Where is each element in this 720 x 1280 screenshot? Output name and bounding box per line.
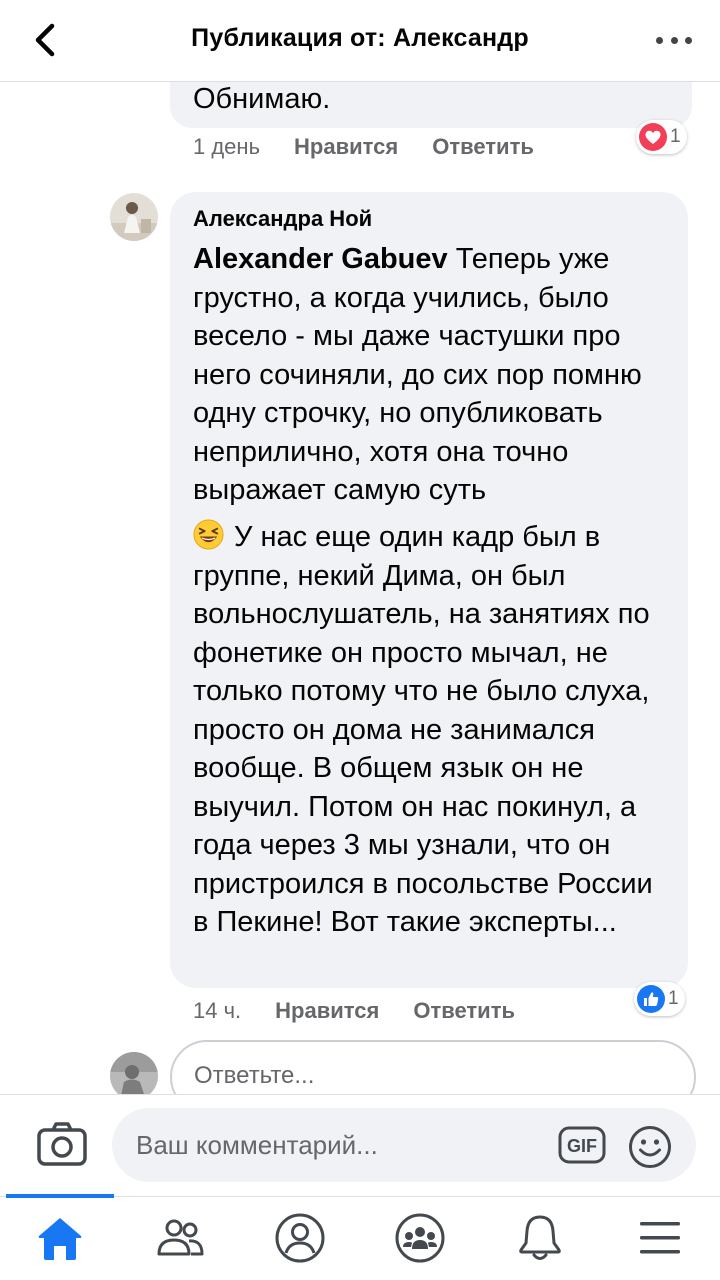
camera-icon xyxy=(37,1122,87,1166)
menu-icon xyxy=(640,1222,680,1254)
gif-button[interactable]: GIF xyxy=(558,1125,606,1165)
avatar[interactable] xyxy=(110,193,158,241)
comment-timestamp: 14 ч. xyxy=(193,998,242,1023)
comment-text: У нас еще один кадр был в группе, некий … xyxy=(193,521,653,938)
mention-link[interactable]: Alexander Gabuev xyxy=(193,243,448,275)
avatar xyxy=(110,1052,158,1100)
tab-menu[interactable] xyxy=(630,1210,690,1266)
previous-comment-text: Обнимаю. xyxy=(193,83,331,115)
reply-placeholder: Ответьте... xyxy=(194,1062,315,1089)
comment-input[interactable]: Ваш комментарий... xyxy=(112,1108,696,1182)
active-tab-indicator xyxy=(6,1194,114,1198)
page-title: Публикация от: Александр xyxy=(191,24,529,52)
top-bar: Публикация от: Александр xyxy=(0,0,720,82)
groups-icon xyxy=(395,1213,445,1263)
bell-icon xyxy=(519,1215,561,1260)
previous-comment-actions: 1 день Нравится Ответить xyxy=(193,134,568,160)
reaction-summary[interactable]: 1 xyxy=(636,120,687,154)
like-button[interactable]: Нравится xyxy=(294,134,398,160)
bottom-navigation xyxy=(0,1196,720,1280)
home-icon xyxy=(38,1218,82,1260)
reply-button[interactable]: Ответить xyxy=(432,134,534,160)
user-photo-icon xyxy=(110,193,158,241)
comment-text: Теперь уже грустно, а когда учились, был… xyxy=(193,243,642,506)
tab-friends[interactable] xyxy=(150,1210,210,1266)
comment-placeholder: Ваш комментарий... xyxy=(136,1130,378,1160)
more-options-button[interactable] xyxy=(656,26,692,54)
comment-paragraph-2: У нас еще один кадр был в группе, некий … xyxy=(193,518,673,942)
camera-button[interactable] xyxy=(36,1120,88,1168)
like-icon xyxy=(637,985,665,1013)
dot-icon xyxy=(656,36,663,44)
comment-author[interactable]: Александра Ной xyxy=(193,206,372,232)
laughing-emoji-icon xyxy=(193,519,224,550)
smiley-icon xyxy=(629,1126,671,1168)
dot-icon xyxy=(685,36,692,44)
comment-actions: 14 ч. Нравится Ответить xyxy=(193,998,549,1024)
like-button[interactable]: Нравится xyxy=(275,998,379,1024)
tab-notifications[interactable] xyxy=(510,1210,570,1266)
user-photo-icon xyxy=(110,1052,158,1100)
friends-icon xyxy=(157,1219,204,1256)
reply-button[interactable]: Ответить xyxy=(413,998,515,1024)
dot-icon xyxy=(670,36,678,44)
tab-home[interactable] xyxy=(30,1210,90,1266)
sticker-button[interactable] xyxy=(628,1125,672,1169)
reaction-summary[interactable]: 1 xyxy=(634,982,685,1016)
love-icon xyxy=(639,123,667,151)
tab-profile[interactable] xyxy=(270,1210,330,1266)
gif-label: GIF xyxy=(567,1136,597,1156)
comment-timestamp: 1 день xyxy=(193,134,261,159)
profile-icon xyxy=(275,1213,325,1263)
reaction-count: 1 xyxy=(670,126,681,147)
comment-paragraph: Alexander Gabuev Теперь уже грустно, а к… xyxy=(193,240,673,510)
gif-icon: GIF xyxy=(558,1126,606,1164)
tab-groups[interactable] xyxy=(390,1210,450,1266)
reaction-count: 1 xyxy=(668,988,679,1009)
